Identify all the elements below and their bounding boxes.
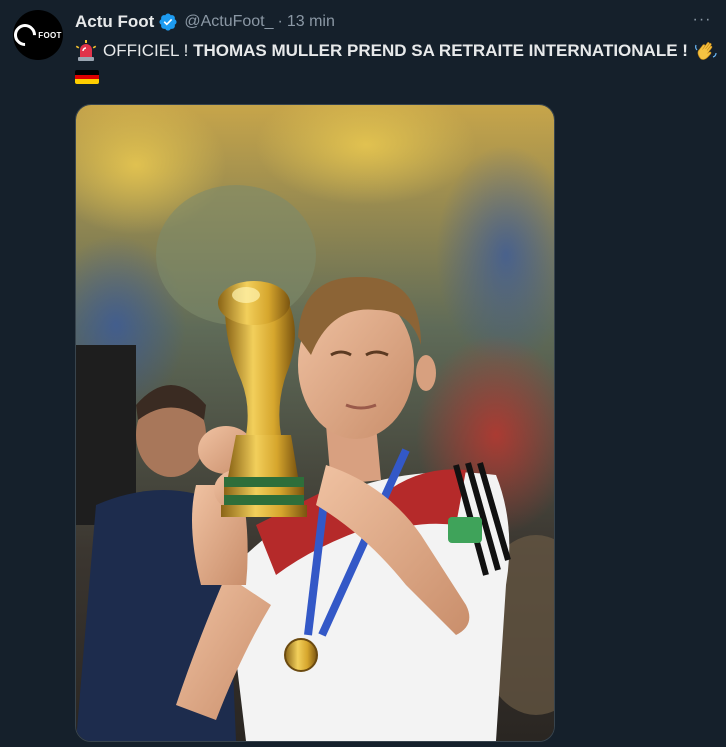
tweet[interactable]: FOOT Actu Foot @ActuFoot_ · 13 min ··· O… <box>0 0 726 747</box>
avatar-text: FOOT <box>38 30 62 40</box>
tweet-text-prefix: OFFICIEL ! <box>103 41 189 60</box>
author-handle[interactable]: @ActuFoot_ <box>184 13 273 31</box>
timestamp[interactable]: 13 min <box>287 13 335 31</box>
germany-flag-icon <box>75 70 99 84</box>
logo-ring-icon <box>13 19 41 51</box>
tweet-header: Actu Foot @ActuFoot_ · 13 min <box>75 11 335 33</box>
author-name[interactable]: Actu Foot <box>75 12 154 32</box>
tweet-text-bold: THOMAS MULLER PREND SA RETRAITE INTERNAT… <box>193 41 688 60</box>
player-trophy-photo <box>76 105 554 741</box>
tweet-text: OFFICIEL ! THOMAS MULLER PREND SA RETRAI… <box>75 39 718 63</box>
siren-icon <box>75 40 97 61</box>
more-options-icon[interactable]: ··· <box>690 8 714 32</box>
separator-dot: · <box>277 13 283 30</box>
tweet-photo[interactable] <box>75 104 555 742</box>
waving-hand-icon <box>695 42 717 60</box>
avatar[interactable]: FOOT <box>13 10 63 60</box>
verified-badge-icon[interactable] <box>158 12 178 32</box>
